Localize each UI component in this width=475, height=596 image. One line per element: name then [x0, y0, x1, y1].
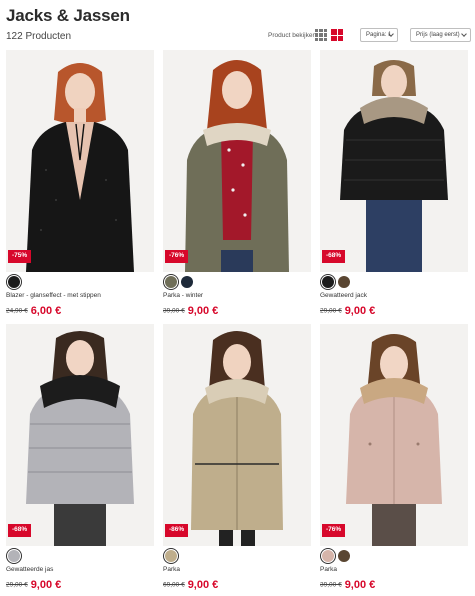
price-row: 29,00 €9,00 €: [320, 302, 375, 320]
color-swatches: [6, 276, 20, 290]
product-image[interactable]: -76%: [320, 324, 468, 546]
color-swatch[interactable]: [338, 550, 350, 562]
color-swatches: [320, 550, 350, 564]
color-swatch[interactable]: [322, 276, 334, 288]
sale-price: 9,00 €: [187, 578, 219, 591]
price-row: 29,00 €9,00 €: [6, 576, 61, 594]
sort-select-value: Prijs (laag eerst): [416, 32, 460, 38]
old-price: 39,00 €: [163, 307, 185, 315]
color-swatch[interactable]: [165, 276, 177, 288]
product-card[interactable]: -76% Parka 39,00 €9,00 €: [320, 324, 468, 596]
product-image[interactable]: -76%: [163, 50, 311, 272]
product-name[interactable]: Parka - winter: [163, 292, 203, 299]
sale-price: 9,00 €: [344, 578, 376, 591]
discount-badge: -86%: [165, 524, 189, 537]
sale-price: 9,00 €: [344, 304, 376, 317]
price-row: 39,00 €9,00 €: [163, 302, 218, 320]
color-swatches: [163, 550, 177, 564]
color-swatch[interactable]: [8, 550, 20, 562]
price-row: 69,00 €9,00 €: [163, 576, 218, 594]
product-name[interactable]: Parka: [320, 566, 337, 573]
color-swatch[interactable]: [338, 276, 350, 288]
color-swatches: [320, 276, 350, 290]
discount-badge: -75%: [8, 250, 32, 263]
view-label: Product bekijken: [268, 32, 317, 39]
color-swatch[interactable]: [8, 276, 20, 288]
page-title: Jacks & Jassen: [6, 6, 130, 25]
product-image[interactable]: -68%: [6, 324, 154, 546]
product-card[interactable]: -86% Parka 69,00 €9,00 €: [163, 324, 311, 596]
product-image[interactable]: -68%: [320, 50, 468, 272]
color-swatches: [163, 276, 193, 290]
sale-price: 9,00 €: [187, 304, 219, 317]
page-select[interactable]: Pagina: 1: [360, 28, 398, 42]
price-row: 39,00 €9,00 €: [320, 576, 375, 594]
product-card[interactable]: -75% Blazer - glanseffect - met stippen …: [6, 50, 154, 322]
color-swatch[interactable]: [165, 550, 177, 562]
old-price: 29,00 €: [320, 307, 342, 315]
product-card[interactable]: -68% Gewatteerde jas 29,00 €9,00 €: [6, 324, 154, 596]
product-card[interactable]: -76% Parka - winter 39,00 €9,00 €: [163, 50, 311, 322]
old-price: 29,00 €: [6, 581, 28, 589]
sale-price: 9,00 €: [30, 578, 62, 591]
price-row: 24,90 €6,00 €: [6, 302, 61, 320]
discount-badge: -76%: [322, 524, 346, 537]
product-name[interactable]: Gewatteerd jack: [320, 292, 367, 299]
old-price: 24,90 €: [6, 307, 28, 315]
grid-3-columns-icon[interactable]: [315, 29, 327, 41]
product-name[interactable]: Blazer - glanseffect - met stippen: [6, 292, 101, 299]
product-name[interactable]: Gewatteerde jas: [6, 566, 53, 573]
product-count: 122 Producten: [6, 31, 72, 42]
old-price: 69,00 €: [163, 581, 185, 589]
product-name[interactable]: Parka: [163, 566, 180, 573]
grid-2-columns-icon[interactable]: [331, 29, 343, 41]
product-card[interactable]: -68% Gewatteerd jack 29,00 €9,00 €: [320, 50, 468, 322]
color-swatches: [6, 550, 20, 564]
discount-badge: -68%: [322, 250, 346, 263]
old-price: 39,00 €: [320, 581, 342, 589]
sale-price: 6,00 €: [30, 304, 62, 317]
discount-badge: -68%: [8, 524, 32, 537]
discount-badge: -76%: [165, 250, 189, 263]
chevron-down-icon: [461, 31, 467, 37]
product-image[interactable]: -75%: [6, 50, 154, 272]
product-image[interactable]: -86%: [163, 324, 311, 546]
color-swatch[interactable]: [181, 276, 193, 288]
sort-select[interactable]: Prijs (laag eerst): [410, 28, 471, 42]
listing-header: Jacks & Jassen 122 Producten Product bek…: [6, 4, 471, 48]
color-swatch[interactable]: [322, 550, 334, 562]
